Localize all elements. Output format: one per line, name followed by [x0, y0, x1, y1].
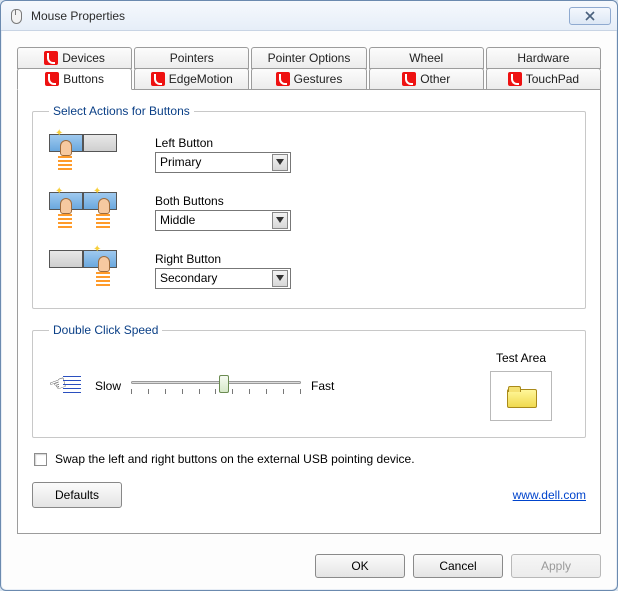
left-button-row: ✦ Left Button Primary	[49, 132, 569, 176]
dell-link[interactable]: www.dell.com	[513, 488, 586, 502]
left-button-value: Primary	[160, 155, 201, 169]
defaults-row: Defaults www.dell.com	[32, 482, 586, 508]
tabsheet-buttons: Select Actions for Buttons ✦ Left Button…	[17, 89, 601, 534]
ok-button[interactable]: OK	[315, 554, 405, 578]
double-click-hand-icon	[49, 372, 77, 400]
double-click-legend: Double Click Speed	[49, 323, 162, 337]
tab-pointer-options[interactable]: Pointer Options	[251, 47, 366, 69]
select-actions-group: Select Actions for Buttons ✦ Left Button…	[32, 104, 586, 309]
test-area-box[interactable]	[490, 371, 552, 421]
test-area-label: Test Area	[496, 351, 546, 365]
dropdown-arrow-icon	[272, 270, 288, 287]
test-area: Test Area	[473, 351, 569, 421]
tab-devices[interactable]: Devices	[17, 47, 132, 69]
tab-other[interactable]: Other	[369, 68, 484, 90]
synaptics-icon	[402, 72, 416, 86]
dialog-button-row: OK Cancel Apply	[1, 544, 617, 590]
dropdown-arrow-icon	[272, 154, 288, 171]
select-actions-legend: Select Actions for Buttons	[49, 104, 194, 118]
both-buttons-row: ✦✦ Both Buttons Middle	[49, 190, 569, 234]
left-button-dropdown[interactable]: Primary	[155, 152, 291, 173]
cancel-button[interactable]: Cancel	[413, 554, 503, 578]
both-buttons-graphic: ✦✦	[49, 190, 131, 234]
left-button-label: Left Button	[155, 136, 291, 150]
swap-buttons-row: Swap the left and right buttons on the e…	[32, 452, 586, 466]
mouse-icon	[9, 8, 25, 24]
swap-buttons-checkbox[interactable]	[34, 453, 47, 466]
tab-touchpad[interactable]: TouchPad	[486, 68, 601, 90]
right-button-graphic: ✦	[49, 248, 131, 292]
folder-icon	[507, 386, 535, 406]
tab-pointers[interactable]: Pointers	[134, 47, 249, 69]
tab-gestures[interactable]: Gestures	[251, 68, 366, 90]
right-button-dropdown[interactable]: Secondary	[155, 268, 291, 289]
defaults-button[interactable]: Defaults	[32, 482, 122, 508]
tab-edgemotion[interactable]: EdgeMotion	[134, 68, 249, 90]
double-click-slider[interactable]	[131, 372, 301, 400]
tab-wheel[interactable]: Wheel	[369, 47, 484, 69]
left-button-graphic: ✦	[49, 132, 131, 176]
slider-thumb[interactable]	[219, 375, 229, 393]
mouse-properties-window: Mouse Properties Devices Pointers Pointe…	[0, 0, 618, 591]
dialog-content: Devices Pointers Pointer Options Wheel H…	[1, 31, 617, 544]
right-button-row: ✦ Right Button Secondary	[49, 248, 569, 292]
titlebar: Mouse Properties	[1, 1, 617, 31]
fast-label: Fast	[311, 379, 334, 393]
apply-button[interactable]: Apply	[511, 554, 601, 578]
double-click-slider-wrap: Slow Fast	[95, 372, 455, 400]
synaptics-icon	[151, 72, 165, 86]
right-button-label: Right Button	[155, 252, 291, 266]
both-buttons-value: Middle	[160, 213, 195, 227]
both-buttons-label: Both Buttons	[155, 194, 291, 208]
close-icon	[584, 11, 596, 21]
synaptics-icon	[44, 51, 58, 65]
window-title: Mouse Properties	[31, 9, 569, 23]
tabs-row-1: Devices Pointers Pointer Options Wheel H…	[17, 47, 601, 69]
tabs-row-2: Buttons EdgeMotion Gestures Other TouchP…	[17, 68, 601, 90]
synaptics-icon	[508, 72, 522, 86]
synaptics-icon	[45, 72, 59, 86]
double-click-group: Double Click Speed Slow Fast Test Area	[32, 323, 586, 438]
synaptics-icon	[276, 72, 290, 86]
tab-buttons[interactable]: Buttons	[17, 68, 132, 90]
tab-hardware[interactable]: Hardware	[486, 47, 601, 69]
both-buttons-dropdown[interactable]: Middle	[155, 210, 291, 231]
slow-label: Slow	[95, 379, 121, 393]
close-button[interactable]	[569, 7, 611, 25]
swap-buttons-label: Swap the left and right buttons on the e…	[55, 452, 415, 466]
right-button-value: Secondary	[160, 271, 217, 285]
dropdown-arrow-icon	[272, 212, 288, 229]
